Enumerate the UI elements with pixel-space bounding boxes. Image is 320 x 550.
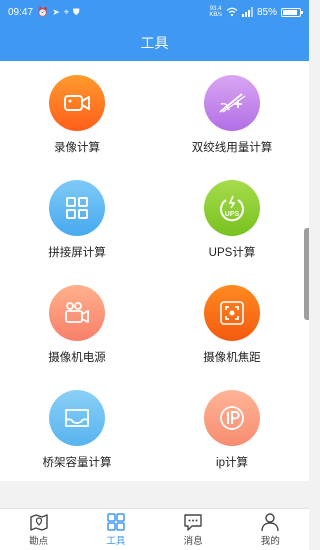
nav-label: 消息 (183, 536, 203, 547)
tool-item-video-calc[interactable]: 录像计算 (0, 61, 154, 166)
tool-label: ip计算 (216, 457, 248, 469)
side-drawer-handle[interactable] (304, 228, 309, 320)
tool-item-camera-power[interactable]: 摄像机电源 (0, 271, 154, 376)
net-speed-unit: KB/s (209, 12, 222, 18)
nav-label: 我的 (260, 536, 280, 547)
video-camera-icon (49, 75, 105, 131)
tool-item-camera-focal[interactable]: 摄像机焦距 (155, 271, 309, 376)
ip-icon (204, 390, 260, 446)
net-speed: 93.4 KB/s (209, 6, 222, 18)
tool-label: 摄像机电源 (48, 352, 106, 364)
bottom-nav: 勘点 工具 消息 我的 (0, 508, 309, 550)
nav-item-survey[interactable]: 勘点 (0, 509, 77, 550)
signal-icon (241, 7, 253, 17)
nav-label: 勘点 (29, 536, 49, 547)
camera-power-icon (49, 285, 105, 341)
twisted-cable-icon (204, 75, 260, 131)
tool-item-cable-calc[interactable]: 双绞线用量计算 (155, 61, 309, 166)
tool-label: 摄像机焦距 (203, 352, 261, 364)
tool-label: 双绞线用量计算 (191, 142, 273, 154)
tool-label: 拼接屏计算 (48, 247, 106, 259)
tool-label: 录像计算 (54, 142, 100, 154)
tool-label: 桥架容量计算 (42, 457, 112, 469)
grid-icon (49, 180, 105, 236)
alarm-icon: ⏰ (37, 6, 49, 17)
shield-icon: ⛊ (72, 6, 80, 17)
battery-icon (281, 7, 303, 17)
tool-item-tray-capacity[interactable]: 桥架容量计算 (0, 376, 154, 481)
focus-icon (204, 285, 260, 341)
wifi-icon (226, 7, 238, 17)
send-icon: ➤ (52, 6, 60, 17)
tool-label: UPS计算 (208, 247, 256, 259)
status-left: 09:47 ⏰ ➤ ⌖ ⛊ (8, 7, 80, 18)
page-title: 工具 (140, 34, 169, 51)
nav-item-tools[interactable]: 工具 (77, 509, 154, 550)
svg-text:UPS: UPS (225, 211, 240, 218)
nav-label: 工具 (106, 536, 126, 547)
location-icon: ⌖ (63, 6, 69, 17)
tool-item-splice-screen-calc[interactable]: 拼接屏计算 (0, 166, 154, 271)
status-right: 93.4 KB/s 85% (209, 6, 303, 18)
message-icon (184, 514, 202, 531)
battery-percent: 85% (256, 6, 277, 18)
tools-grid-icon (107, 513, 125, 531)
map-pin-icon (29, 514, 48, 531)
user-icon (261, 513, 280, 532)
battery-fill (283, 9, 297, 15)
status-bar: 09:47 ⏰ ➤ ⌖ ⛊ 93.4 KB/s 85% (0, 0, 309, 24)
title-bar: 工具 (0, 24, 309, 61)
ups-icon: UPS (204, 180, 260, 236)
tool-item-ip-calc[interactable]: ip计算 (155, 376, 309, 481)
tool-item-ups-calc[interactable]: UPS UPS计算 (155, 166, 309, 271)
nav-item-messages[interactable]: 消息 (155, 509, 232, 550)
nav-item-mine[interactable]: 我的 (232, 509, 309, 550)
tray-icon (49, 390, 105, 446)
status-time: 09:47 (8, 6, 34, 18)
tools-panel: 录像计算 双绞线用量计算 拼接屏计算 UPS UPS计算 摄像机电源 摄像机焦距 (0, 61, 309, 481)
